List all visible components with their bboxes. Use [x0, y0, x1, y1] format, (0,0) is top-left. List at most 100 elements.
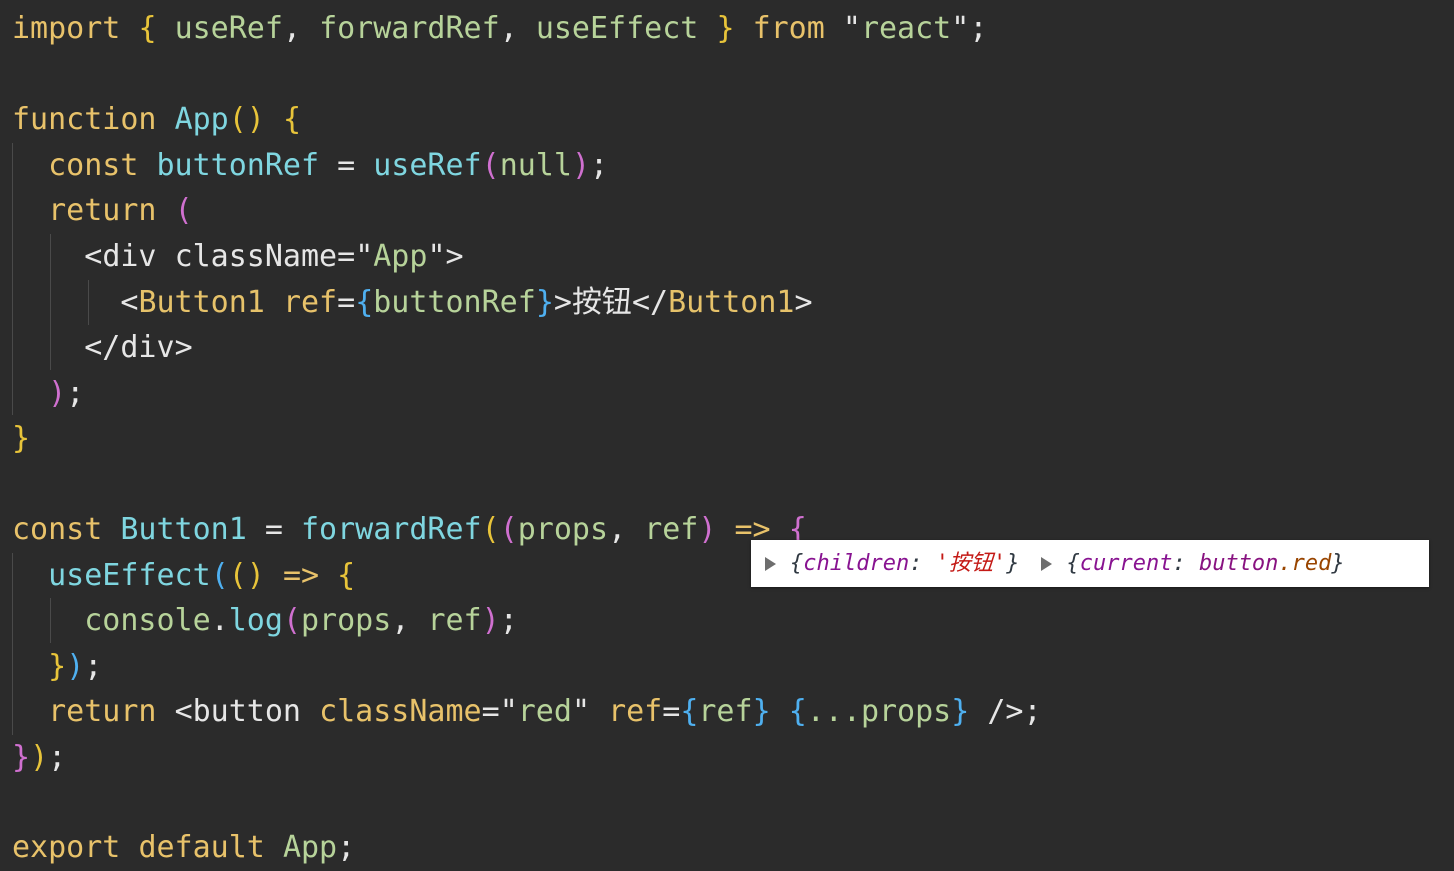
attr-name: ref	[608, 694, 663, 729]
function-call: forwardRef	[301, 512, 482, 547]
paren: (	[481, 148, 500, 183]
comma: ,	[282, 11, 301, 46]
console-object-props[interactable]: {children: ' 按钮 '}	[765, 540, 1019, 587]
attr-name: ref	[282, 285, 338, 320]
identifier: ref	[427, 603, 482, 638]
code-editor[interactable]: import { useRef, forwardRef, useEffect }…	[0, 0, 1454, 871]
literal: null	[499, 148, 572, 183]
code-line-paren-close[interactable]: );	[12, 371, 84, 416]
code-line-useeffect[interactable]: useEffect(() => {	[12, 553, 355, 598]
attr-name: className	[319, 694, 482, 729]
brace: }	[48, 649, 67, 684]
console-object-ref[interactable]: {current: button .red}	[1041, 540, 1345, 587]
keyword: return	[48, 193, 157, 228]
console-quote: '	[935, 551, 949, 576]
semicolon: ;	[48, 740, 67, 775]
component-name: Button1	[138, 285, 265, 320]
console-node-class: .red	[1278, 551, 1332, 576]
code-line-useeffect-close[interactable]: });	[12, 644, 102, 689]
operator: =	[264, 512, 283, 547]
keyword: const	[48, 148, 139, 183]
identifier: App	[282, 830, 338, 865]
paren: )	[66, 649, 85, 684]
quote: "	[427, 239, 446, 274]
operator: =	[337, 239, 356, 274]
operator: =	[662, 694, 681, 729]
keyword: return	[48, 694, 157, 729]
string: App	[373, 239, 428, 274]
identifier: useRef	[174, 11, 283, 46]
tag-name: div	[120, 330, 175, 365]
tag-bracket: <	[84, 239, 103, 274]
operator: =	[337, 285, 356, 320]
comma: ,	[499, 11, 518, 46]
semicolon: ;	[337, 830, 356, 865]
code-line-brace-close[interactable]: }	[12, 416, 30, 461]
tag-bracket: >	[174, 330, 193, 365]
code-line-forwardref-close[interactable]: });	[12, 735, 66, 780]
code-line-export[interactable]: export default App;	[12, 825, 355, 870]
tag-bracket: >	[794, 285, 813, 320]
keyword: const	[12, 512, 103, 547]
code-line-import[interactable]: import { useRef, forwardRef, useEffect }…	[12, 6, 987, 51]
identifier: props	[860, 694, 952, 729]
dot: .	[210, 603, 229, 638]
brace: {	[355, 285, 374, 320]
semicolon: ;	[590, 148, 609, 183]
function-name: App	[174, 102, 229, 137]
variable: Button1	[120, 512, 247, 547]
console-string-value: 按钮	[948, 551, 993, 576]
expand-triangle-icon[interactable]	[765, 556, 776, 571]
string: red	[517, 694, 572, 729]
variable: buttonRef	[156, 148, 320, 183]
comma: ,	[608, 512, 627, 547]
param: props	[517, 512, 609, 547]
brace: }	[12, 421, 31, 456]
brace: }	[752, 694, 771, 729]
code-line-return-button[interactable]: return <button className="red" ref={ref}…	[12, 689, 1042, 734]
code-line-console-log[interactable]: console.log(props, ref);	[12, 598, 518, 643]
paren: ()	[228, 102, 265, 137]
brace: }	[535, 285, 554, 320]
code-line-button1[interactable]: <Button1 ref={buttonRef}>按钮</Button1>	[12, 280, 813, 325]
function-call: useEffect	[48, 558, 211, 593]
quote: "	[355, 239, 374, 274]
semicolon: ;	[969, 11, 988, 46]
operator: =	[481, 694, 500, 729]
identifier: useEffect	[535, 11, 699, 46]
paren: )	[571, 148, 590, 183]
semicolon: ;	[499, 603, 518, 638]
paren: )	[481, 603, 500, 638]
paren: (	[481, 512, 500, 547]
paren: (	[282, 603, 301, 638]
arrow: =>	[282, 558, 320, 593]
paren: (	[499, 512, 518, 547]
keyword: default	[138, 830, 265, 865]
code-line-const-buttonref[interactable]: const buttonRef = useRef(null);	[12, 143, 608, 188]
component-name: Button1	[668, 285, 795, 320]
identifier: ref	[698, 694, 753, 729]
quote: "	[842, 11, 861, 46]
brace: {	[680, 694, 699, 729]
console-brace: {	[1066, 551, 1080, 576]
paren: (	[174, 193, 193, 228]
code-line-return[interactable]: return (	[12, 188, 193, 233]
semicolon: ;	[1023, 694, 1042, 729]
keyword: from	[752, 11, 825, 46]
identifier: forwardRef	[319, 11, 500, 46]
expand-triangle-icon[interactable]	[1041, 556, 1053, 571]
console-key: children	[803, 551, 910, 576]
paren: (	[210, 558, 229, 593]
code-line-div-open[interactable]: <div className="App">	[12, 234, 463, 279]
identifier: console	[84, 603, 211, 638]
code-line-div-close[interactable]: </div>	[12, 325, 193, 370]
tag-bracket: <	[120, 285, 139, 320]
identifier: buttonRef	[373, 285, 536, 320]
brace: {	[138, 11, 157, 46]
code-line-function[interactable]: function App() {	[12, 97, 301, 142]
console-brace: }	[1331, 551, 1345, 576]
console-colon: :	[909, 551, 936, 576]
code-line-const-button1[interactable]: const Button1 = forwardRef((props, ref) …	[12, 507, 807, 552]
console-log-popup: {children: ' 按钮 '} {current: button .red}	[751, 540, 1429, 587]
param: ref	[644, 512, 699, 547]
